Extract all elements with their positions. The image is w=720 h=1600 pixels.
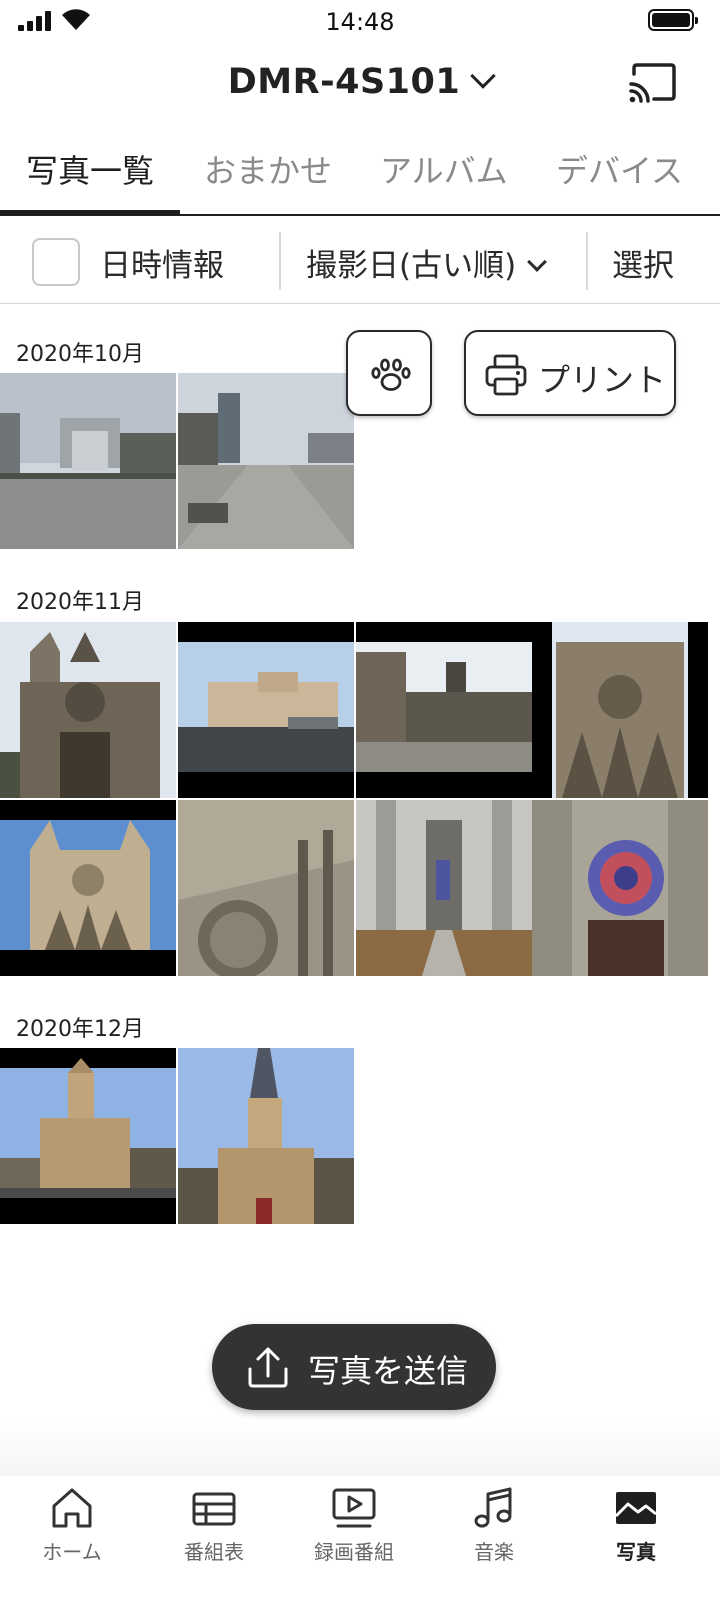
section-date-label: 2020年10月 xyxy=(16,342,144,367)
photo-icon xyxy=(614,1492,657,1524)
tab-indicator xyxy=(0,210,180,216)
sort-label: 撮影日(古い順) xyxy=(306,248,517,284)
section-date-label: 2020年12月 xyxy=(16,1017,144,1042)
photo-thumbnail[interactable] xyxy=(0,1048,176,1224)
nav-label: 番組表 xyxy=(184,1540,244,1564)
photo-thumbnail[interactable] xyxy=(178,800,354,976)
recorded-icon xyxy=(332,1488,376,1528)
datetime-label: 日時情報 xyxy=(100,248,224,284)
printer-icon xyxy=(485,354,527,396)
home-icon xyxy=(52,1488,92,1528)
nav-recorded[interactable]: 録画番組 xyxy=(282,1476,426,1600)
nav-photo[interactable]: 写真 xyxy=(564,1476,708,1600)
photo-thumbnail[interactable] xyxy=(178,373,354,549)
nav-music[interactable]: 音楽 xyxy=(422,1476,566,1600)
photo-thumbnail[interactable] xyxy=(532,800,708,976)
chevron-down-icon xyxy=(527,252,548,272)
photo-thumbnail[interactable] xyxy=(0,622,176,798)
photo-thumbnail[interactable] xyxy=(356,622,532,798)
bottom-fade xyxy=(0,1420,720,1476)
cast-icon[interactable] xyxy=(628,62,676,104)
send-photos-button[interactable]: 写真を送信 xyxy=(212,1324,496,1410)
print-button[interactable]: プリント xyxy=(464,330,676,416)
datetime-checkbox[interactable] xyxy=(32,238,80,286)
photo-thumbnail[interactable] xyxy=(178,1048,354,1224)
tab-bar: 写真一覧 おまかせ アルバム デバイス xyxy=(0,134,720,216)
toolbar-divider xyxy=(586,232,588,290)
toolbar-divider xyxy=(279,232,281,290)
nav-tv-guide[interactable]: 番組表 xyxy=(142,1476,286,1600)
status-time: 14:48 xyxy=(325,8,395,36)
print-label: プリント xyxy=(538,361,667,399)
sort-dropdown[interactable]: 撮影日(古い順) xyxy=(306,240,548,285)
upload-icon xyxy=(248,1347,288,1388)
tab-device[interactable]: デバイス xyxy=(556,146,683,192)
device-selector[interactable]: DMR-4S101 xyxy=(0,62,720,102)
photo-thumbnail[interactable] xyxy=(0,800,176,976)
tab-album[interactable]: アルバム xyxy=(380,146,508,192)
music-icon xyxy=(474,1487,512,1528)
send-photos-label: 写真を送信 xyxy=(308,1352,469,1390)
nav-label: 音楽 xyxy=(474,1540,514,1564)
filter-toolbar: 日時情報 撮影日(古い順) 選択 xyxy=(0,218,720,304)
status-bar: 14:48 xyxy=(0,0,720,44)
section-date-label: 2020年11月 xyxy=(16,590,144,615)
select-button[interactable]: 選択 xyxy=(612,240,674,285)
nav-label: 写真 xyxy=(616,1540,656,1564)
battery-icon xyxy=(648,9,698,31)
nav-label: ホーム xyxy=(42,1540,102,1564)
tab-omakase[interactable]: おまかせ xyxy=(204,146,332,192)
photo-thumbnail[interactable] xyxy=(532,622,708,798)
bottom-navigation: ホーム 番組表 録画番組 音楽 写真 xyxy=(0,1476,720,1600)
nav-home[interactable]: ホーム xyxy=(0,1476,144,1600)
nav-label: 録画番組 xyxy=(314,1540,394,1564)
tv-guide-icon xyxy=(192,1492,236,1526)
tab-photo-list[interactable]: 写真一覧 xyxy=(26,146,154,192)
chevron-down-icon xyxy=(470,63,496,89)
app-header: DMR-4S101 xyxy=(0,52,720,118)
device-name: DMR-4S101 xyxy=(227,62,461,102)
photo-thumbnail[interactable] xyxy=(356,800,532,976)
photo-thumbnail[interactable] xyxy=(0,373,176,549)
pet-filter-button[interactable] xyxy=(346,330,432,416)
paw-icon xyxy=(371,358,411,391)
photo-thumbnail[interactable] xyxy=(178,622,354,798)
